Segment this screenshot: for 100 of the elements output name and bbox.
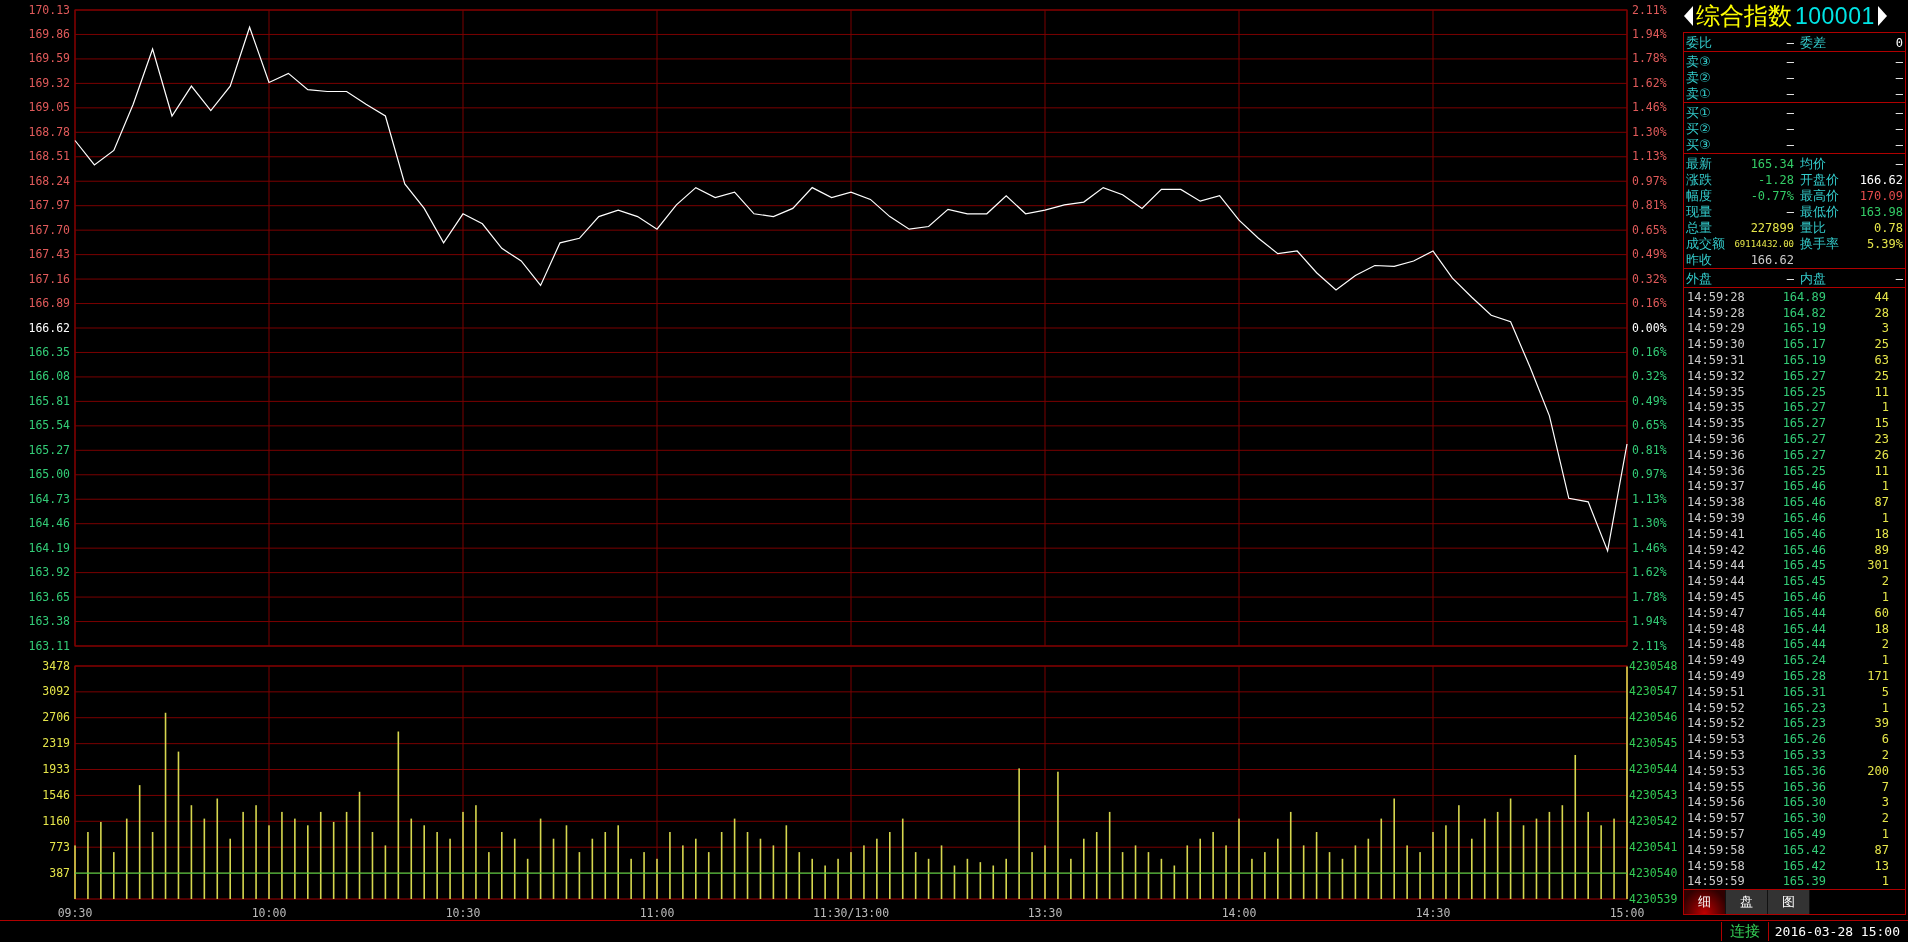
caret-left-icon[interactable] xyxy=(1684,6,1693,26)
trade-time: 14:59:38 xyxy=(1686,495,1746,510)
trade-price: 165.46 xyxy=(1781,590,1826,605)
axis-label: 166.62 xyxy=(28,320,70,335)
axis-label: 167.16 xyxy=(28,271,70,286)
axis-label: 4230544 xyxy=(1629,761,1678,776)
axis-label: 0.32% xyxy=(1632,271,1667,286)
axis-label: 168.78 xyxy=(28,124,70,139)
field-value: — xyxy=(1894,55,1904,69)
trade-price: 165.39 xyxy=(1781,874,1826,889)
axis-label: 0.81% xyxy=(1632,198,1667,213)
field-value: — xyxy=(1894,272,1904,286)
trade-volume: 5 xyxy=(1880,684,1890,699)
axis-label: 165.00 xyxy=(28,467,70,482)
axis-label: 10:00 xyxy=(251,905,287,920)
trade-time: 14:59:35 xyxy=(1686,400,1746,415)
volume-bar xyxy=(1160,858,1163,899)
volume-bar xyxy=(953,865,956,899)
trade-volume: 1 xyxy=(1880,479,1890,494)
axis-label: 4230547 xyxy=(1629,683,1678,698)
trade-price: 165.46 xyxy=(1781,511,1826,526)
field-label: 委比 xyxy=(1685,34,1713,52)
trade-volume: 87 xyxy=(1873,842,1890,857)
field-value: 0 xyxy=(1894,36,1904,50)
trade-time: 14:59:52 xyxy=(1686,700,1746,715)
volume-bar xyxy=(151,831,154,899)
axis-label: 164.19 xyxy=(28,540,70,555)
trade-volume: 200 xyxy=(1866,763,1890,778)
axis-label: 1.62% xyxy=(1632,75,1667,90)
axis-label: 4230543 xyxy=(1629,787,1678,802)
trade-volume: 60 xyxy=(1873,605,1890,620)
trade-volume: 1 xyxy=(1880,700,1890,715)
field-label: 内盘 xyxy=(1799,270,1827,288)
index-name: 综合指数 xyxy=(1696,1,1792,32)
axis-label: 165.54 xyxy=(28,418,70,433)
trade-price: 165.42 xyxy=(1781,842,1826,857)
field-value: 227899 xyxy=(1749,221,1795,235)
field-value: -0.77% xyxy=(1749,189,1795,203)
trade-volume: 11 xyxy=(1873,463,1890,478)
volume-bar xyxy=(1328,851,1331,899)
axis-label: 166.08 xyxy=(28,369,70,384)
trade-time: 14:59:28 xyxy=(1686,305,1746,320)
volume-bar xyxy=(371,831,374,899)
caret-right-icon[interactable] xyxy=(1877,6,1887,26)
volume-bar xyxy=(798,851,801,899)
axis-label: 167.97 xyxy=(28,198,70,213)
axis-label: 387 xyxy=(49,865,70,880)
tab[interactable]: 盘 xyxy=(1726,890,1768,915)
trade-price: 165.46 xyxy=(1781,542,1826,557)
field-value: — xyxy=(1785,122,1795,136)
axis-label: 1933 xyxy=(42,761,70,776)
axis-label: 13:30 xyxy=(1027,905,1063,920)
trade-time: 14:59:49 xyxy=(1686,653,1746,668)
volume-bar xyxy=(1095,831,1098,899)
axis-label: 0.49% xyxy=(1632,247,1667,262)
trade-time: 14:59:36 xyxy=(1686,432,1746,447)
trade-time: 14:59:58 xyxy=(1686,842,1746,857)
tab[interactable]: 图 xyxy=(1768,890,1810,915)
axis-label: 11:00 xyxy=(639,905,675,920)
axis-label: 14:30 xyxy=(1415,905,1451,920)
trade-volume: 1 xyxy=(1880,400,1890,415)
field-value: — xyxy=(1785,36,1795,50)
field-label: 卖② xyxy=(1685,69,1712,87)
axis-label: 2.11% xyxy=(1632,638,1667,653)
axis-label: 3478 xyxy=(42,658,70,673)
volume-bar xyxy=(746,831,749,899)
axis-label: 15:00 xyxy=(1609,905,1645,920)
volume-bar xyxy=(720,831,723,899)
trade-time: 14:59:52 xyxy=(1686,716,1746,731)
trade-price: 165.45 xyxy=(1781,558,1826,573)
trade-volume: 1 xyxy=(1880,511,1890,526)
trade-volume: 6 xyxy=(1880,732,1890,747)
trade-time: 14:59:37 xyxy=(1686,479,1746,494)
trade-time: 14:59:35 xyxy=(1686,416,1746,431)
field-value: — xyxy=(1785,87,1795,101)
axis-label: 4230541 xyxy=(1629,839,1678,854)
axis-label: 163.92 xyxy=(28,565,70,580)
axis-label: 169.86 xyxy=(28,26,70,41)
trade-time: 14:59:58 xyxy=(1686,858,1746,873)
volume-bar xyxy=(1173,865,1176,899)
volume-bar xyxy=(1315,831,1318,899)
trade-price: 165.17 xyxy=(1781,337,1826,352)
trade-volume: 171 xyxy=(1866,669,1890,683)
axis-label: 0.97% xyxy=(1632,467,1667,482)
volume-bar xyxy=(591,838,594,899)
volume-bar xyxy=(552,838,555,899)
field-label: 最高价 xyxy=(1799,187,1840,205)
axis-label: 2706 xyxy=(42,709,70,724)
volume-bar xyxy=(1367,838,1370,899)
field-value: 5.39% xyxy=(1865,237,1904,251)
trade-volume: 7 xyxy=(1880,779,1890,794)
field-value: — xyxy=(1894,87,1904,101)
axis-label: 1.30% xyxy=(1632,124,1667,139)
trade-price: 165.31 xyxy=(1781,684,1826,699)
field-label: 量比 xyxy=(1799,219,1827,237)
axis-label: 11:30/13:00 xyxy=(812,905,890,920)
axis-label: 1.46% xyxy=(1632,100,1667,115)
trade-volume: 2 xyxy=(1880,748,1890,762)
tab[interactable]: 细 xyxy=(1684,890,1726,915)
trade-time: 14:59:30 xyxy=(1686,337,1746,352)
